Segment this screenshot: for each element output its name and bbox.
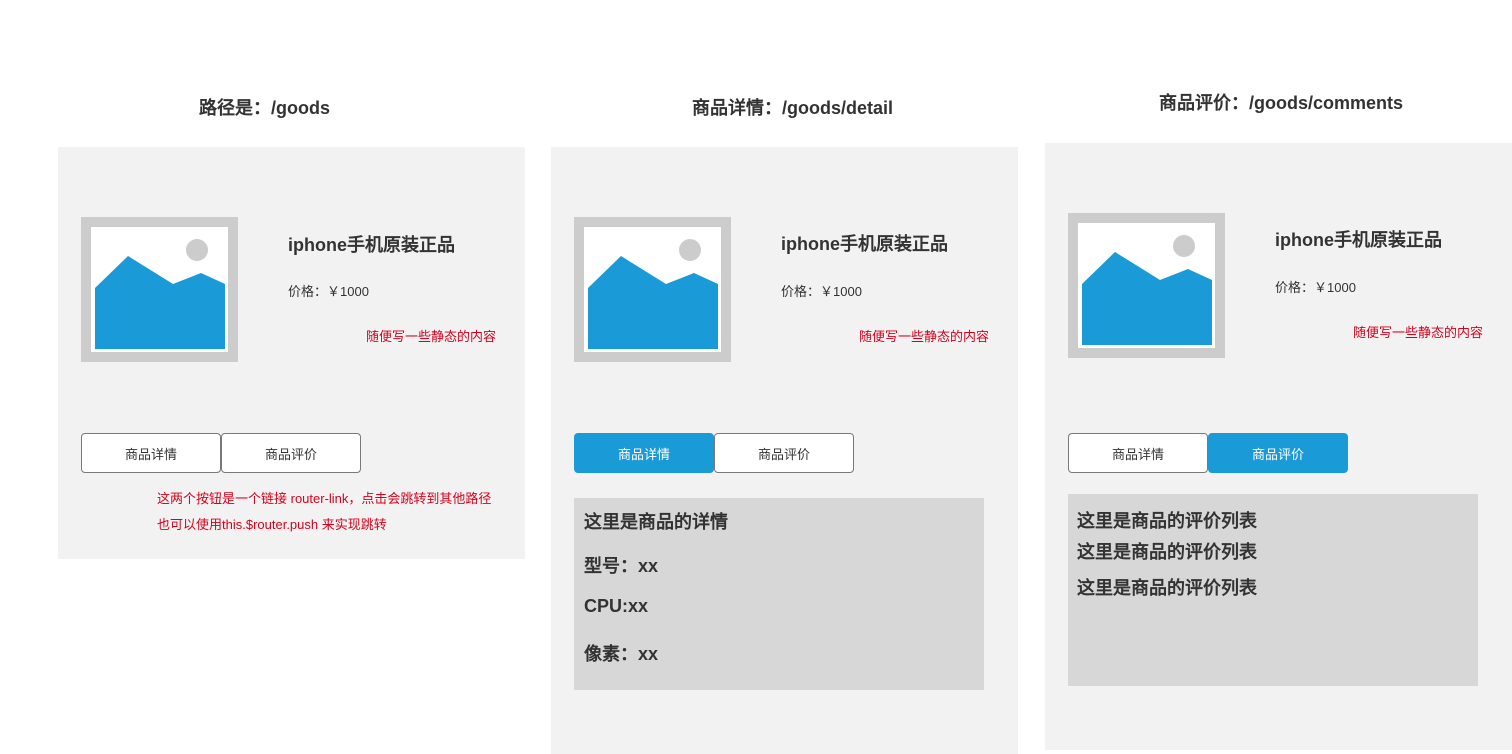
static-note: 随便写一些静态的内容 [366,329,497,344]
page-heading-comments: 商品评价：/goods/comments [1159,93,1404,113]
comments-panel: iphone手机原装正品 价格：￥1000 随便写一些静态的内容 商品详情 商品… [1045,143,1512,750]
tab-comments-button[interactable]: 商品评价 [221,433,361,473]
tab-detail-button[interactable]: 商品详情 [1068,433,1208,473]
page-heading-goods: 路径是：/goods [199,98,330,118]
image-placeholder-icon [81,217,238,362]
goods-panel: iphone手机原装正品 价格：￥1000 随便写一些静态的内容 商品详情 商品… [58,147,525,559]
tab-detail-button[interactable]: 商品详情 [81,433,221,473]
router-link-note: 这两个按钮是一个链接 router-link，点击会跳转到其他路径 也可以使用t… [157,486,491,538]
static-note: 随便写一些静态的内容 [859,329,990,344]
page-heading-detail: 商品详情：/goods/detail [692,98,894,118]
comment-line: 这里是商品的评价列表 [1077,542,1257,562]
image-placeholder-icon [1068,213,1225,358]
product-title: iphone手机原装正品 [781,234,948,254]
comment-line: 这里是商品的评价列表 [1077,511,1257,531]
detail-line: 型号：xx [584,556,659,576]
detail-panel: iphone手机原装正品 价格：￥1000 随便写一些静态的内容 商品详情 商品… [551,147,1018,754]
comment-line: 这里是商品的评价列表 [1077,578,1257,598]
product-title: iphone手机原装正品 [288,235,455,255]
tab-comments-button[interactable]: 商品评价 [1208,433,1348,473]
router-link-note-line2: 也可以使用this.$router.push 来实现跳转 [157,517,387,532]
tab-detail-button[interactable]: 商品详情 [574,433,714,473]
product-price: 价格：￥1000 [1275,280,1356,295]
comments-content-box: 这里是商品的评价列表 这里是商品的评价列表 这里是商品的评价列表 [1068,494,1478,686]
router-link-note-line1: 这两个按钮是一个链接 router-link，点击会跳转到其他路径 [157,491,492,506]
static-note: 随便写一些静态的内容 [1353,325,1484,340]
detail-content-box: 这里是商品的详情 型号：xx CPU:xx 像素：xx [574,498,984,690]
detail-line: 这里是商品的详情 [584,512,728,532]
detail-line: CPU:xx [584,596,649,616]
image-placeholder-icon [574,217,731,362]
product-price: 价格：￥1000 [781,284,862,299]
tab-comments-button[interactable]: 商品评价 [714,433,854,473]
detail-line: 像素：xx [584,644,659,664]
product-title: iphone手机原装正品 [1275,230,1442,250]
product-price: 价格：￥1000 [288,284,369,299]
